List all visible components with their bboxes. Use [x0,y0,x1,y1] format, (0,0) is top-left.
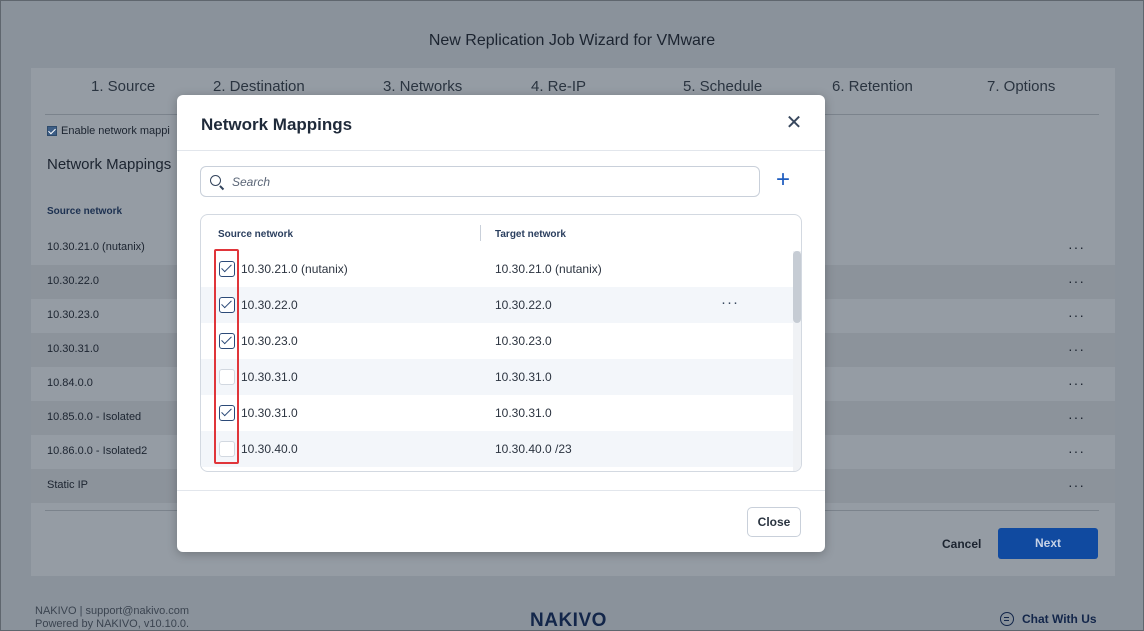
version-text: Powered by NAKIVO, v10.10.0. [35,618,190,630]
source-network-cell: 10.30.31.0 [241,406,298,420]
step-schedule[interactable]: 5. Schedule [683,78,762,95]
source-network-cell: 10.30.22.0 [241,298,298,312]
row-checkbox[interactable] [219,369,235,385]
row-label: 10.85.0.0 - Isolated [47,411,142,423]
add-mapping-button[interactable]: + [769,167,797,195]
more-actions-icon[interactable]: ··· [1068,273,1085,289]
row-label: 10.30.23.0 [47,309,99,321]
close-button[interactable]: Close [747,507,801,537]
step-source[interactable]: 1. Source [91,78,155,95]
chat-icon [1000,612,1014,626]
row-label: Static IP [47,479,88,491]
more-actions-icon[interactable]: ··· [1068,409,1085,425]
network-mappings-dialog: Network Mappings ✕ + Source network Targ… [177,95,825,552]
source-network-cell: 10.30.23.0 [241,334,298,348]
more-actions-icon[interactable]: ··· [1068,239,1085,255]
column-separator[interactable] [480,225,481,241]
table-row[interactable]: 10.30.21.0 (nutanix) 10.30.21.0 (nutanix… [201,251,793,287]
row-checkbox[interactable] [219,261,235,277]
more-actions-icon[interactable]: ··· [1068,443,1085,459]
more-actions-icon[interactable]: ··· [721,294,739,311]
more-actions-icon[interactable]: ··· [1068,375,1085,391]
table-row[interactable]: 10.30.22.0 10.30.22.0 ··· [201,287,793,323]
row-label: 10.30.22.0 [47,275,99,287]
row-label: 10.84.0.0 [47,377,93,389]
row-checkbox[interactable] [219,333,235,349]
step-retention[interactable]: 6. Retention [832,78,913,95]
step-networks[interactable]: 3. Networks [383,78,462,95]
row-label: 10.30.21.0 (nutanix) [47,241,145,253]
checkbox-checked-icon [47,126,57,136]
step-reip[interactable]: 4. Re-IP [531,78,586,95]
search-box[interactable] [200,166,760,197]
target-network-header[interactable]: Target network [495,229,566,240]
enable-network-mapping-checkbox[interactable]: Enable network mappi [47,125,170,137]
source-network-header[interactable]: Source network [218,229,293,240]
source-network-column-header: Source network [47,206,123,217]
header-divider [177,150,825,151]
more-actions-icon[interactable]: ··· [1068,477,1085,493]
next-button[interactable]: Next [998,528,1098,559]
search-icon [210,175,221,186]
footer-divider [177,490,825,491]
support-contact[interactable]: NAKIVO | support@nakivo.com [35,605,189,618]
target-network-cell: 10.30.31.0 [495,370,552,384]
search-input[interactable] [232,172,732,192]
source-network-cell: 10.30.40.0 [241,442,298,456]
mappings-table: Source network Target network 10.30.21.0… [200,214,802,472]
table-row[interactable]: 10.30.40.0 10.30.40.0 /23 [201,431,793,467]
row-checkbox[interactable] [219,405,235,421]
close-icon[interactable]: ✕ [783,112,805,134]
table-row[interactable]: 10.30.31.0 10.30.31.0 [201,359,793,395]
row-label: 10.30.31.0 [47,343,99,355]
target-network-cell: 10.30.21.0 (nutanix) [495,262,602,276]
dialog-title: Network Mappings [201,115,353,134]
source-network-cell: 10.30.31.0 [241,370,298,384]
row-checkbox[interactable] [219,441,235,457]
cancel-button[interactable]: Cancel [942,537,981,551]
row-label: 10.86.0.0 - Isolated2 [47,445,148,457]
wizard-title: New Replication Job Wizard for VMware [428,32,716,49]
table-row[interactable]: 10.30.23.0 10.30.23.0 [201,323,793,359]
target-network-cell: 10.30.23.0 [495,334,552,348]
source-network-cell: 10.30.21.0 (nutanix) [241,262,348,276]
table-header: Source network Target network [201,215,801,249]
step-options[interactable]: 7. Options [987,78,1055,95]
row-checkbox[interactable] [219,297,235,313]
more-actions-icon[interactable]: ··· [1068,307,1085,323]
target-network-cell: 10.30.40.0 /23 [495,442,572,456]
step-destination[interactable]: 2. Destination [213,78,305,95]
scrollbar-thumb[interactable] [793,251,801,323]
target-network-cell: 10.30.31.0 [495,406,552,420]
chat-label: Chat With Us [1022,612,1097,626]
more-actions-icon[interactable]: ··· [1068,341,1085,357]
target-network-cell: 10.30.22.0 [495,298,552,312]
table-row[interactable]: 10.30.31.0 10.30.31.0 [201,395,793,431]
section-heading: Network Mappings [47,156,172,173]
chat-with-us-button[interactable]: Chat With Us [1000,612,1097,626]
enable-network-mapping-label: Enable network mappi [61,125,170,137]
nakivo-logo: NAKIVO [530,610,607,631]
footer-info: NAKIVO | support@nakivo.com Powered by N… [35,605,189,631]
